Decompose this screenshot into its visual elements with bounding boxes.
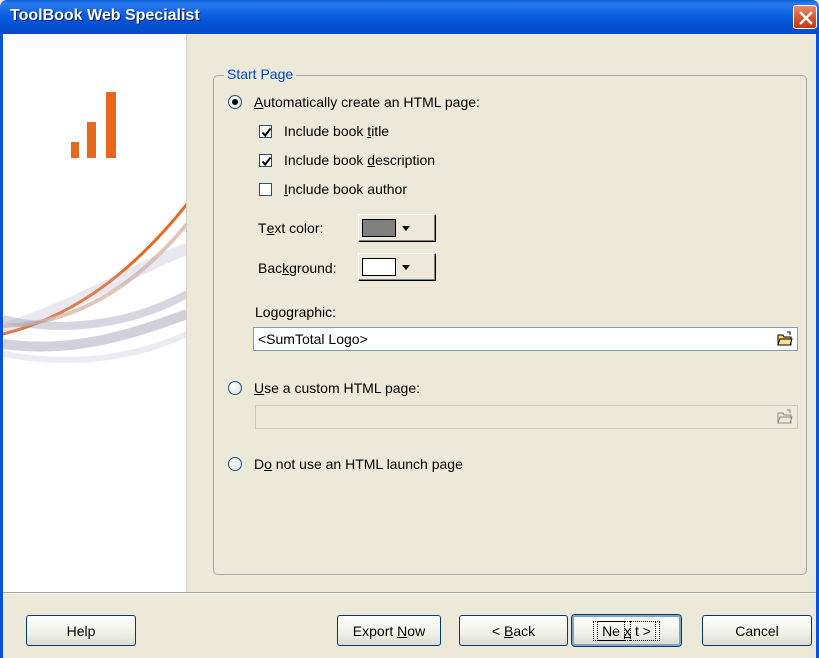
no-launch-page-radio[interactable]: Do not use an HTML launch page <box>228 456 463 472</box>
checkbox-unchecked-icon <box>259 182 272 196</box>
window-title: ToolBook Web Specialist <box>10 7 200 24</box>
logo-graphic-value: <SumTotal Logo> <box>258 331 368 347</box>
text-color-swatch <box>362 219 396 237</box>
close-button[interactable] <box>793 5 817 29</box>
include-title-checkbox[interactable]: Include book title <box>259 123 389 139</box>
include-description-label: Include book description <box>284 152 436 168</box>
include-description-checkbox[interactable]: Include book description <box>259 152 435 168</box>
start-page-legend: Start Page <box>224 66 297 82</box>
include-author-checkbox[interactable]: Include book author <box>259 181 407 197</box>
logo-graphic-field[interactable]: <SumTotal Logo> <box>253 327 798 351</box>
background-color-swatch <box>362 258 396 276</box>
logo-bars-icon <box>3 92 186 364</box>
background-label: Bac k ground: <box>258 260 337 276</box>
checkbox-checked-icon <box>259 124 272 138</box>
title-bar: ToolBook Web Specialist <box>0 0 819 34</box>
close-icon <box>799 11 813 25</box>
wizard-side-graphic <box>3 34 187 592</box>
text-color-picker[interactable] <box>358 214 436 242</box>
help-button[interactable]: Help <box>26 615 136 646</box>
auto-create-label: Automatically create an HTML page: <box>254 94 480 110</box>
custom-page-label: Use a custom HTML page: <box>254 380 421 396</box>
cancel-button[interactable]: Cancel <box>702 615 812 646</box>
export-now-button[interactable]: Export Now <box>337 615 441 646</box>
custom-page-field[interactable] <box>255 405 798 429</box>
browse-folder-disabled-icon <box>777 409 793 428</box>
footer-divider <box>3 592 816 594</box>
no-launch-page-label: Do not use an HTML launch page <box>254 456 463 472</box>
back-button[interactable]: < Back <box>459 615 568 646</box>
background-color-picker[interactable] <box>358 253 436 281</box>
start-page-group <box>213 75 807 575</box>
checkbox-checked-icon <box>259 153 272 167</box>
include-title-label: Include book title <box>284 123 390 139</box>
text-color-label: Te xt color: <box>258 220 324 236</box>
radio-unselected-icon <box>228 381 242 395</box>
dropdown-arrow-icon <box>402 225 410 231</box>
browse-folder-icon[interactable] <box>777 331 793 350</box>
auto-create-radio[interactable]: Automatically create an HTML page: <box>228 94 480 110</box>
dropdown-arrow-icon <box>402 264 410 270</box>
custom-page-radio[interactable]: Use a custom HTML page: <box>228 380 420 396</box>
include-author-label: Include book author <box>284 181 407 197</box>
radio-unselected-icon <box>228 457 242 471</box>
logo-graphic-label: Logo g raphic: <box>255 304 336 320</box>
next-button[interactable]: Ne x t > <box>572 615 681 646</box>
radio-selected-icon <box>228 95 242 109</box>
